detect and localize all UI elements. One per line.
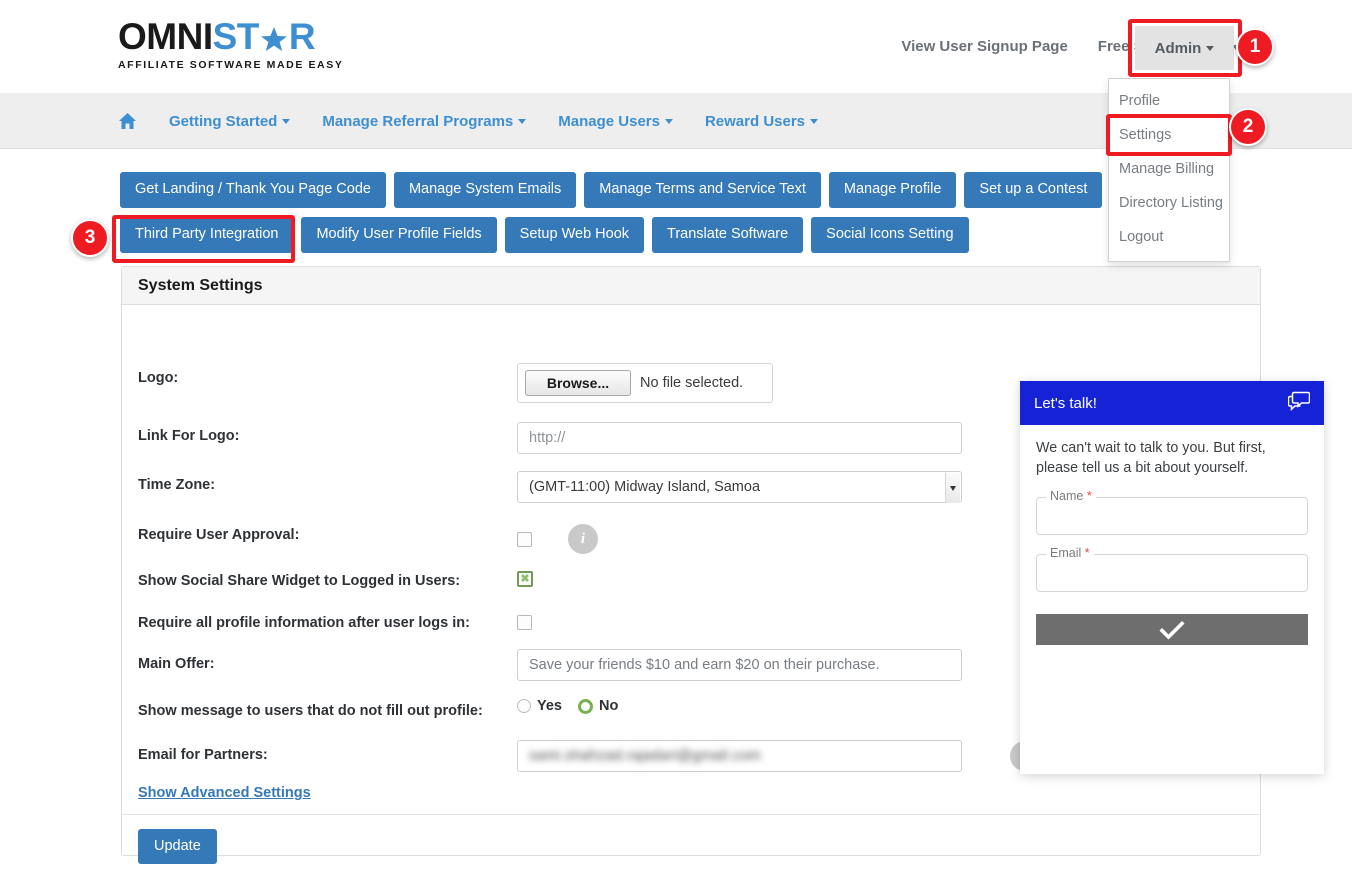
tab-setup-web-hook[interactable]: Setup Web Hook <box>504 217 645 254</box>
time-zone-label: Time Zone: <box>138 477 216 493</box>
check-icon <box>1159 620 1185 640</box>
nav-item-manage-referral-programs[interactable]: Manage Referral Programs <box>322 113 527 130</box>
chat-name-input[interactable] <box>1037 498 1307 535</box>
tab-row-1: Get Landing / Thank You Page Code Manage… <box>120 172 1280 209</box>
admin-menu-item-manage-billing[interactable]: Manage Billing <box>1109 153 1229 187</box>
tab-manage-profile[interactable]: Manage Profile <box>828 172 957 209</box>
email-for-partners-input[interactable]: sami.shahzad.rajadari@gmail.com <box>517 740 962 772</box>
info-icon[interactable]: i <box>568 524 598 554</box>
require-user-approval-label: Require User Approval: <box>138 527 300 543</box>
page-root: OMNIST R AFFILIATE SOFTWARE MADE EASY Vie… <box>0 0 1352 875</box>
logo-label: Logo: <box>138 370 179 386</box>
chevron-down-icon <box>810 119 819 125</box>
time-zone-selected-value: (GMT-11:00) Midway Island, Samoa <box>529 479 761 495</box>
chat-widget-header[interactable]: Let's talk! <box>1020 381 1324 425</box>
radio-no[interactable] <box>578 698 593 714</box>
annotation-badge-2: 2 <box>1229 108 1267 146</box>
view-user-signup-page-link[interactable]: View User Signup Page <box>901 38 1067 55</box>
chat-widget: Let's talk! We can't wait to talk to you… <box>1020 381 1324 774</box>
chat-email-field[interactable]: Email * <box>1036 546 1308 593</box>
admin-dropdown-menu: Profile Settings Manage Billing Director… <box>1108 78 1230 262</box>
tab-set-up-contest[interactable]: Set up a Contest <box>964 172 1103 209</box>
omnistar-logo: OMNIST R AFFILIATE SOFTWARE MADE EASY <box>118 18 343 71</box>
require-profile-info-checkbox[interactable] <box>517 615 532 630</box>
logo-star-text: ST R <box>212 16 316 57</box>
show-message-yes-option[interactable]: Yes <box>517 698 562 714</box>
logo-tagline: AFFILIATE SOFTWARE MADE EASY <box>118 59 344 71</box>
link-for-logo-label: Link For Logo: <box>138 428 240 444</box>
chevron-down-icon <box>1206 45 1215 51</box>
chat-email-input[interactable] <box>1037 555 1307 592</box>
email-for-partners-label: Email for Partners: <box>138 747 268 763</box>
show-advanced-settings-link[interactable]: Show Advanced Settings <box>138 785 311 801</box>
admin-menu-item-logout[interactable]: Logout <box>1109 221 1229 255</box>
chevron-down-icon <box>664 119 673 125</box>
tab-translate-software[interactable]: Translate Software <box>652 217 804 254</box>
chat-intro-text: We can't wait to talk to you. But first,… <box>1036 440 1266 476</box>
settings-tab-buttons: Get Landing / Thank You Page Code Manage… <box>120 172 1280 262</box>
panel-title: System Settings <box>122 267 1260 305</box>
panel-divider <box>122 814 1260 815</box>
radio-yes-label: Yes <box>537 698 562 714</box>
annotation-badge-1: 1 <box>1236 28 1274 66</box>
chat-submit-button[interactable] <box>1036 614 1308 646</box>
main-offer-input[interactable] <box>517 649 962 681</box>
tab-manage-system-emails[interactable]: Manage System Emails <box>393 172 577 209</box>
chevron-down-icon <box>282 119 291 125</box>
form-row-advanced: Show Advanced Settings <box>138 784 1246 802</box>
show-message-label: Show message to users that do not fill o… <box>138 703 483 719</box>
tab-get-landing-page-code[interactable]: Get Landing / Thank You Page Code <box>120 172 386 209</box>
chevron-down-icon <box>518 119 527 125</box>
nav-item-reward-users[interactable]: Reward Users <box>705 113 819 130</box>
social-share-widget-checkbox[interactable]: ✖ <box>517 571 533 587</box>
chat-bubble-icon[interactable] <box>1287 391 1311 415</box>
require-profile-info-label: Require all profile information after us… <box>138 615 470 631</box>
no-file-selected-text: No file selected. <box>640 375 744 391</box>
email-for-partners-value: sami.shahzad.rajadari@gmail.com <box>529 748 761 764</box>
admin-menu-item-settings[interactable]: Settings <box>1109 118 1229 153</box>
tab-modify-user-profile-fields[interactable]: Modify User Profile Fields <box>301 217 497 254</box>
nav-item-getting-started[interactable]: Getting Started <box>169 113 291 130</box>
browse-button[interactable]: Browse... <box>525 370 631 396</box>
time-zone-select[interactable]: (GMT-11:00) Midway Island, Samoa <box>517 471 962 503</box>
chat-widget-body: We can't wait to talk to you. But first,… <box>1020 425 1324 646</box>
show-message-no-option[interactable]: No <box>578 698 618 714</box>
admin-button[interactable]: Admin <box>1135 26 1234 70</box>
tab-manage-terms-service-text[interactable]: Manage Terms and Service Text <box>584 172 821 209</box>
check-x-icon: ✖ <box>520 572 530 585</box>
annotation-badge-3: 3 <box>71 219 109 257</box>
home-icon[interactable] <box>118 112 137 130</box>
logo-file-input[interactable]: Browse... No file selected. <box>517 363 773 403</box>
star-icon <box>260 27 287 51</box>
select-arrow-icon <box>945 473 960 503</box>
tab-third-party-integration[interactable]: Third Party Integration <box>120 217 294 254</box>
require-user-approval-checkbox[interactable] <box>517 531 532 547</box>
logo-omni-text: OMNI <box>118 16 213 57</box>
tab-social-icons-setting[interactable]: Social Icons Setting <box>811 217 969 254</box>
chat-widget-title: Let's talk! <box>1034 394 1097 412</box>
chat-name-field[interactable]: Name * <box>1036 489 1308 536</box>
link-for-logo-input[interactable] <box>517 422 962 454</box>
logo-wordmark: OMNIST R <box>118 18 343 55</box>
radio-no-label: No <box>599 698 619 714</box>
tab-row-2: Third Party Integration Modify User Prof… <box>120 217 1280 254</box>
social-share-widget-label: Show Social Share Widget to Logged in Us… <box>138 573 461 589</box>
main-offer-label: Main Offer: <box>138 656 215 672</box>
update-button[interactable]: Update <box>138 829 217 864</box>
admin-menu-item-profile[interactable]: Profile <box>1109 85 1229 119</box>
nav-item-manage-users[interactable]: Manage Users <box>558 113 673 130</box>
admin-menu-item-directory-listing[interactable]: Directory Listing <box>1109 187 1229 221</box>
radio-yes[interactable] <box>517 699 531 713</box>
